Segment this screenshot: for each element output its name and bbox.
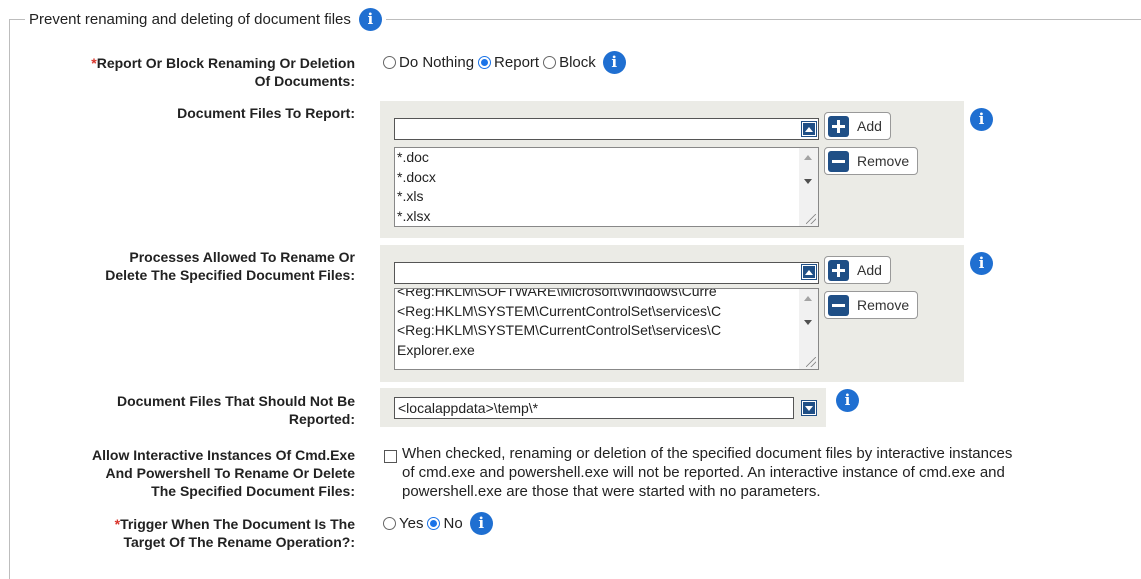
allow-interactive-description-2: of cmd.exe and powershell.exe will not b… (402, 464, 1005, 500)
processes-allowed-label: Processes Allowed To Rename Or Delete Th… (105, 249, 355, 283)
document-files-list[interactable]: *.doc *.docx *.xls *.xlsx (394, 147, 819, 227)
plus-icon (828, 115, 849, 137)
trigger-target-options: Yes No i (383, 512, 493, 535)
list-item[interactable]: Explorer.exe (396, 341, 798, 361)
section-legend: Prevent renaming and deleting of documen… (25, 8, 386, 31)
document-files-to-report-label: Document Files To Report: (177, 105, 355, 121)
info-icon[interactable]: i (469, 512, 493, 535)
radio-yes[interactable] (383, 517, 396, 530)
arrow-up-icon[interactable] (801, 121, 817, 137)
remove-process-button[interactable]: Remove (824, 291, 919, 319)
allow-interactive-label: Allow Interactive Instances Of Cmd.Exe A… (92, 447, 355, 499)
not-reported-select[interactable]: <localappdata>\temp\* (394, 397, 794, 419)
allow-interactive-description: When checked, renaming or deletion of th… (402, 445, 1013, 462)
minus-icon (828, 294, 849, 316)
processes-list[interactable]: <Reg:HKLM\SOFTWARE\Microsoft\Windows\Cur… (394, 288, 819, 370)
list-scrollbar[interactable] (799, 148, 818, 226)
list-item[interactable]: <Reg:HKLM\SYSTEM\CurrentControlSet\servi… (396, 302, 798, 322)
info-icon[interactable]: i (970, 108, 993, 131)
info-icon[interactable]: i (836, 389, 859, 412)
minus-icon (828, 150, 849, 172)
option-block[interactable]: Block (543, 54, 596, 71)
section-title: Prevent renaming and deleting of documen… (29, 11, 351, 28)
info-icon[interactable]: i (970, 252, 993, 275)
plus-icon (828, 259, 849, 281)
option-do-nothing[interactable]: Do Nothing (383, 54, 474, 71)
allow-interactive-checkbox[interactable] (384, 450, 397, 463)
option-report[interactable]: Report (478, 54, 539, 71)
radio-report[interactable] (478, 56, 492, 69)
processes-input[interactable] (394, 262, 819, 284)
report-or-block-options: Do Nothing Report Block i (383, 51, 626, 74)
info-icon[interactable]: i (358, 8, 382, 31)
remove-document-button[interactable]: Remove (824, 147, 919, 175)
list-item[interactable]: <Reg:HKLM\SYSTEM\CurrentControlSet\servi… (396, 321, 798, 341)
list-item[interactable]: *.docx (396, 168, 798, 188)
trigger-target-label: *Trigger When The Document Is The Target… (114, 516, 355, 550)
list-item[interactable]: <Reg:HKLM\SOFTWARE\Microsoft\Windows\Cur… (396, 289, 798, 302)
list-item[interactable]: *.doc (396, 148, 798, 168)
add-process-button[interactable]: Add (824, 256, 891, 284)
arrow-down-icon[interactable] (801, 400, 817, 416)
arrow-up-icon[interactable] (801, 264, 817, 280)
add-document-button[interactable]: Add (824, 112, 891, 140)
option-no[interactable]: No (427, 515, 463, 532)
radio-block[interactable] (543, 56, 557, 69)
radio-no[interactable] (427, 517, 441, 530)
list-item[interactable]: *.xlsx (396, 207, 798, 227)
list-scrollbar[interactable] (799, 289, 818, 369)
not-reported-label: Document Files That Should Not Be Report… (116, 393, 355, 427)
report-or-block-label: *Report Or Block Renaming Or Deletion Of… (91, 55, 355, 89)
info-icon[interactable]: i (602, 51, 626, 74)
list-item[interactable]: *.xls (396, 187, 798, 207)
option-yes[interactable]: Yes (383, 515, 423, 532)
document-files-input[interactable] (394, 118, 819, 140)
radio-do-nothing[interactable] (383, 56, 396, 69)
